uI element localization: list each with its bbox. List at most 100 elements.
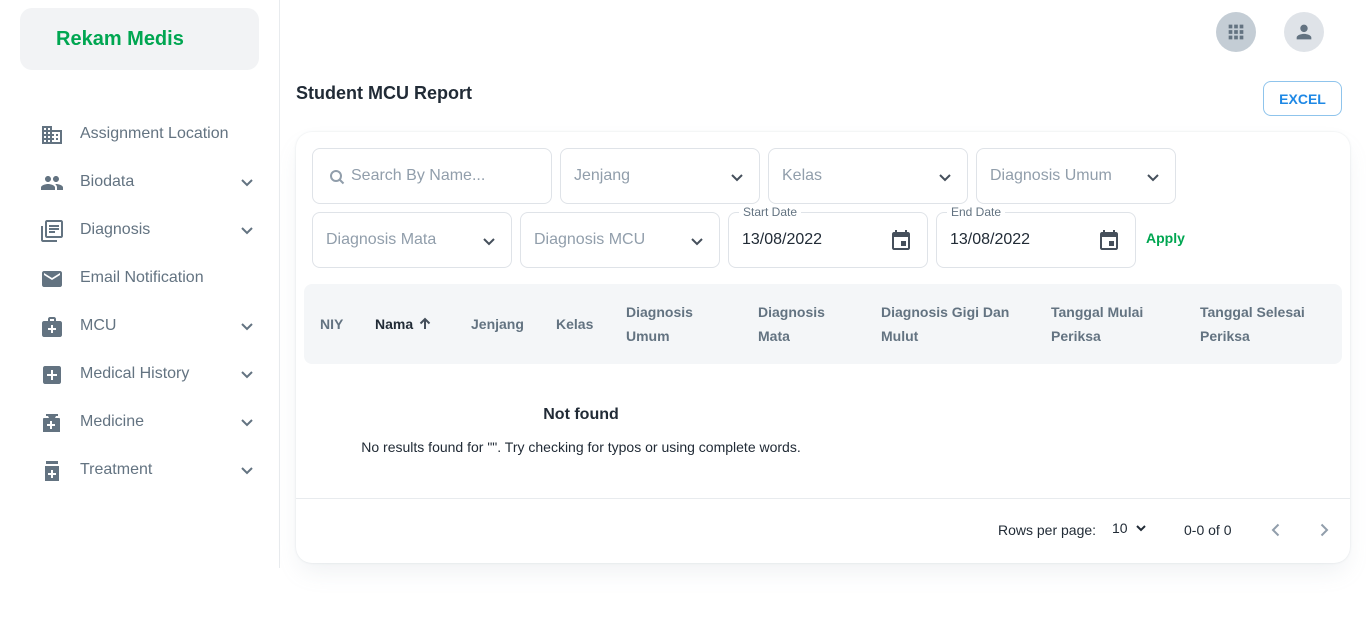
diagnosis-mata-placeholder: Diagnosis Mata (326, 231, 437, 248)
end-date-field[interactable]: End Date 13/08/2022 (936, 205, 1136, 268)
start-date-field[interactable]: Start Date 13/08/2022 (728, 205, 928, 268)
sidebar-item-label: Medical History (80, 365, 190, 382)
diagnosis-mcu-select[interactable]: Diagnosis MCU (520, 212, 720, 268)
grid-icon (1225, 21, 1247, 43)
medical-bag-icon (40, 315, 64, 339)
column-header-diagnosis-umum[interactable]: Diagnosis Umum (626, 300, 693, 348)
column-header-label: Diagnosis (758, 304, 825, 320)
arrow-up-icon[interactable] (417, 315, 433, 331)
building-icon (40, 123, 64, 147)
sidebar-item-diagnosis[interactable]: Diagnosis (0, 206, 279, 254)
start-date-value: 13/08/2022 (742, 231, 823, 248)
chevron-down-icon[interactable] (237, 412, 257, 432)
mail-icon (40, 267, 64, 291)
chevron-left-icon (1265, 519, 1287, 541)
medical-cross-icon (40, 363, 64, 387)
chevron-down-icon (935, 167, 955, 187)
chevron-right-icon (1313, 519, 1335, 541)
kelas-placeholder: Kelas (782, 167, 823, 184)
sidebar: Rekam Medis Assignment Location Biodata … (0, 0, 280, 568)
chevron-down-icon (687, 231, 707, 251)
column-header-jenjang[interactable]: Jenjang (471, 312, 524, 336)
column-header-label: Periksa (1200, 328, 1250, 344)
rows-per-page-label: Rows per page: (998, 522, 1097, 538)
column-header-label: Diagnosis (626, 304, 693, 320)
end-date-label: End Date (947, 205, 1006, 219)
diagnosis-mata-select[interactable]: Diagnosis Mata (312, 212, 512, 268)
column-header-nama[interactable]: Nama (375, 312, 433, 336)
diagnosis-umum-select[interactable]: Diagnosis Umum (976, 148, 1176, 204)
chevron-down-icon (1128, 521, 1148, 535)
rows-per-page-value: 10 (1112, 520, 1128, 536)
sidebar-item-label: Diagnosis (80, 221, 151, 238)
calendar-icon[interactable] (889, 229, 913, 253)
chevron-down-icon (479, 231, 499, 251)
column-header-label: Mulut (881, 328, 919, 344)
sidebar-item-medicine[interactable]: Medicine (0, 398, 279, 446)
column-header-diagnosis-gigi[interactable]: Diagnosis Gigi Dan Mulut (881, 300, 1009, 348)
sidebar-item-medical-history[interactable]: Medical History (0, 350, 279, 398)
column-header-label: Diagnosis Gigi Dan (881, 304, 1010, 320)
column-header-label: Nama (375, 316, 414, 332)
column-header-label: Jenjang (471, 316, 524, 332)
sidebar-item-label: Medicine (80, 413, 145, 430)
divider (296, 498, 1350, 499)
table-header: NIY Nama Jenjang Kelas Diagnosis Umum Di… (304, 284, 1342, 364)
rows-per-page-select[interactable]: 10 (1112, 520, 1148, 536)
sidebar-nav: Assignment Location Biodata Diagnosis Em… (0, 110, 279, 494)
jenjang-select[interactable]: Jenjang (560, 148, 760, 204)
apps-button[interactable] (1216, 12, 1256, 52)
column-header-kelas[interactable]: Kelas (556, 312, 593, 336)
search-placeholder: Search By Name... (351, 167, 486, 184)
sidebar-item-label: Biodata (80, 173, 135, 190)
report-card: Search By Name... Jenjang Kelas Diagnosi… (296, 132, 1350, 563)
chevron-down-icon[interactable] (237, 364, 257, 384)
document-list-icon (40, 219, 64, 243)
jenjang-placeholder: Jenjang (574, 167, 631, 184)
avatar[interactable] (1284, 12, 1324, 52)
brand-logo[interactable]: Rekam Medis (20, 8, 259, 70)
people-icon (40, 171, 64, 195)
calendar-icon[interactable] (1097, 229, 1121, 253)
pagination-range: 0-0 of 0 (1184, 522, 1232, 538)
excel-export-button[interactable]: EXCEL (1263, 81, 1342, 116)
column-header-niy[interactable]: NIY (320, 312, 343, 336)
sidebar-item-label: Treatment (80, 461, 153, 478)
sidebar-item-biodata[interactable]: Biodata (0, 158, 279, 206)
chevron-down-icon (727, 167, 747, 187)
sidebar-item-assignment-location[interactable]: Assignment Location (0, 110, 279, 158)
column-header-label: Mata (758, 328, 790, 344)
user-icon (1293, 21, 1315, 43)
empty-state-title: Not found (543, 406, 619, 423)
search-icon (329, 169, 345, 185)
diagnosis-umum-placeholder: Diagnosis Umum (990, 167, 1112, 184)
next-page-button[interactable] (1313, 519, 1335, 541)
search-input[interactable]: Search By Name... (312, 148, 552, 204)
previous-page-button[interactable] (1265, 519, 1287, 541)
chevron-down-icon[interactable] (237, 220, 257, 240)
pill-bottle-icon (40, 459, 64, 483)
column-header-label: Kelas (556, 316, 594, 332)
start-date-label: Start Date (739, 205, 802, 219)
column-header-label: Umum (626, 328, 670, 344)
kelas-select[interactable]: Kelas (768, 148, 968, 204)
sidebar-item-email-notification[interactable]: Email Notification (0, 254, 279, 302)
apply-button[interactable]: Apply (1146, 230, 1185, 246)
column-header-tanggal-selesai[interactable]: Tanggal Selesai Periksa (1200, 300, 1305, 348)
column-header-diagnosis-mata[interactable]: Diagnosis Mata (758, 300, 825, 348)
column-header-label: Tanggal Selesai (1200, 304, 1305, 320)
chevron-down-icon[interactable] (237, 460, 257, 480)
column-header-label: Periksa (1051, 328, 1101, 344)
column-header-tanggal-mulai[interactable]: Tanggal Mulai Periksa (1051, 300, 1143, 348)
column-header-label: Tanggal Mulai (1051, 304, 1144, 320)
empty-state-description: No results found for "". Try checking fo… (361, 439, 801, 455)
sidebar-item-treatment[interactable]: Treatment (0, 446, 279, 494)
chevron-down-icon[interactable] (237, 316, 257, 336)
sidebar-item-label: Assignment Location (80, 125, 229, 142)
sidebar-item-mcu[interactable]: MCU (0, 302, 279, 350)
diagnosis-mcu-placeholder: Diagnosis MCU (534, 231, 646, 248)
column-header-label: NIY (320, 316, 344, 332)
page-title: Student MCU Report (296, 83, 472, 103)
sidebar-item-label: Email Notification (80, 269, 204, 286)
chevron-down-icon[interactable] (237, 172, 257, 192)
